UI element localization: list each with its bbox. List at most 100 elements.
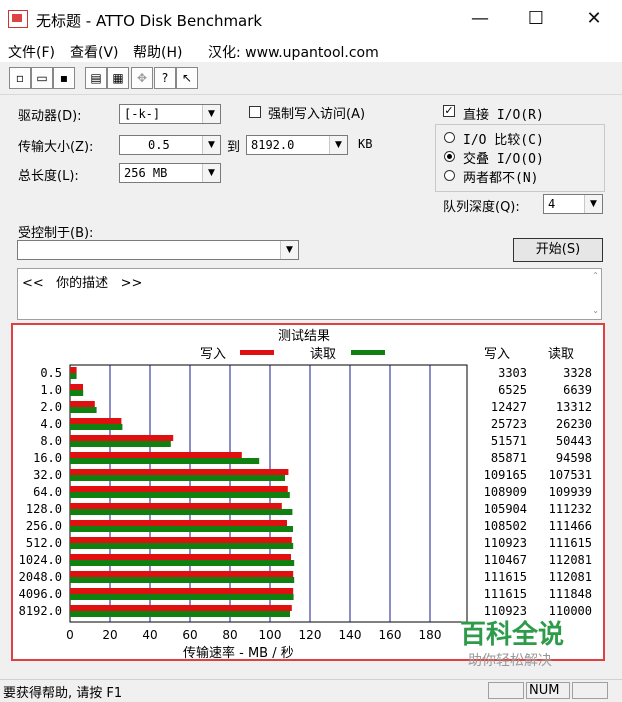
- overlapped-io-radio[interactable]: [444, 151, 455, 162]
- neither-radio[interactable]: [444, 170, 455, 181]
- category-label: 1024.0: [19, 553, 62, 567]
- write-value: 108502: [484, 519, 527, 533]
- transfer-to-select[interactable]: 8192.0 ▼: [246, 135, 348, 155]
- read-bar: [70, 526, 293, 532]
- menu-localized[interactable]: 汉化: www.upantool.com: [208, 42, 379, 62]
- save-icon[interactable]: ▪: [53, 67, 75, 89]
- io-compare-radio[interactable]: [444, 132, 455, 143]
- read-bar: [70, 373, 77, 379]
- read-value: 26230: [556, 417, 592, 431]
- status-help-text: 要获得帮助, 请按 F1: [3, 686, 123, 701]
- minimize-button[interactable]: —: [452, 0, 508, 38]
- write-bar: [70, 401, 95, 407]
- status-pane-3: [572, 682, 608, 699]
- write-value: 110467: [484, 553, 527, 567]
- print-icon[interactable]: ▤: [85, 67, 107, 89]
- app-icon: [8, 10, 28, 28]
- queue-depth-value: 4: [548, 197, 556, 211]
- chevron-down-icon: ▼: [584, 195, 602, 213]
- chevron-down-icon: ▼: [202, 136, 220, 154]
- category-label: 8.0: [40, 434, 62, 448]
- x-tick-label: 60: [182, 628, 197, 642]
- write-bar: [70, 469, 289, 475]
- read-bar: [70, 441, 171, 447]
- x-tick-label: 160: [379, 628, 402, 642]
- direct-io-checkbox[interactable]: ✓: [443, 105, 455, 117]
- start-button[interactable]: 开始(S): [513, 238, 603, 262]
- x-tick-label: 20: [102, 628, 117, 642]
- write-value: 108909: [484, 485, 527, 499]
- print-preview-icon[interactable]: ▦: [107, 67, 129, 89]
- force-write-checkbox[interactable]: [249, 106, 261, 118]
- write-bar: [70, 452, 242, 458]
- read-bar: [70, 594, 294, 600]
- write-value: 6525: [498, 383, 527, 397]
- new-icon[interactable]: ▫: [9, 67, 31, 89]
- category-label: 2048.0: [19, 570, 62, 584]
- window-title: 无标题 - ATTO Disk Benchmark: [36, 12, 263, 30]
- category-label: 16.0: [33, 451, 62, 465]
- read-bar: [70, 611, 290, 617]
- description-text: << 你的描述 >>: [22, 276, 143, 291]
- write-value: 109165: [484, 468, 527, 482]
- context-help-icon[interactable]: ↖: [176, 67, 198, 89]
- read-value: 111848: [549, 587, 592, 601]
- queue-depth-select[interactable]: 4 ▼: [543, 194, 603, 214]
- x-tick-label: 120: [299, 628, 322, 642]
- to-label: 到: [227, 140, 241, 155]
- write-bar: [70, 571, 294, 577]
- drive-value: [-k-]: [124, 107, 161, 121]
- close-button[interactable]: ✕: [566, 0, 622, 38]
- write-bar: [70, 605, 292, 611]
- write-bar: [70, 537, 292, 543]
- menu-file[interactable]: 文件(F): [8, 42, 55, 62]
- controlled-by-label: 受控制于(B):: [18, 226, 94, 241]
- transfer-from-select[interactable]: 0.5 ▼: [119, 135, 221, 155]
- total-length-value: 256 MB: [124, 166, 168, 180]
- help-icon[interactable]: ?: [154, 67, 176, 89]
- x-tick-label: 100: [259, 628, 282, 642]
- watermark-tagline: 助你轻松解决: [468, 653, 552, 669]
- controlled-by-select[interactable]: ▼: [17, 240, 299, 260]
- read-value: 3328: [563, 366, 592, 380]
- total-length-select[interactable]: 256 MB ▼: [119, 163, 221, 183]
- category-label: 0.5: [40, 366, 62, 380]
- read-bar: [70, 577, 295, 583]
- write-value: 51571: [491, 434, 527, 448]
- results-title: 测试结果: [276, 325, 333, 344]
- status-pane-1: [488, 682, 524, 699]
- write-bar: [70, 435, 174, 441]
- legend-write-swatch: [240, 350, 274, 355]
- overlapped-io-label: 交叠 I/O(O): [463, 152, 544, 167]
- write-value: 111615: [484, 587, 527, 601]
- x-tick-label: 40: [142, 628, 157, 642]
- category-label: 128.0: [26, 502, 62, 516]
- io-compare-label: I/O 比较(C): [463, 133, 544, 148]
- x-tick-label: 0: [66, 628, 74, 642]
- maximize-button[interactable]: ☐: [508, 0, 564, 38]
- read-value: 111615: [549, 536, 592, 550]
- menu-view[interactable]: 查看(V): [70, 42, 119, 62]
- move-icon[interactable]: ✥: [131, 67, 153, 89]
- read-bar: [70, 543, 294, 549]
- watermark-logo: 百科全说: [460, 620, 565, 650]
- chevron-down-icon: ▼: [202, 105, 220, 123]
- legend-read-swatch: [351, 350, 385, 355]
- scroll-down-icon[interactable]: ⌄: [592, 306, 599, 315]
- open-icon[interactable]: ▭: [31, 67, 53, 89]
- x-axis-label: 传输速率 - MB / 秒: [183, 646, 294, 661]
- read-value: 112081: [549, 553, 592, 567]
- write-value: 105904: [484, 502, 527, 516]
- description-input[interactable]: << 你的描述 >> ⌃ ⌄: [17, 268, 602, 320]
- chevron-down-icon: ▼: [202, 164, 220, 182]
- read-bar: [70, 407, 97, 413]
- write-value: 111615: [484, 570, 527, 584]
- unit-label: KB: [358, 137, 373, 151]
- read-bar: [70, 475, 285, 481]
- drive-select[interactable]: [-k-] ▼: [119, 104, 221, 124]
- menu-help[interactable]: 帮助(H): [133, 42, 182, 62]
- scroll-up-icon[interactable]: ⌃: [592, 271, 599, 280]
- read-value: 112081: [549, 570, 592, 584]
- read-value: 13312: [556, 400, 592, 414]
- category-label: 8192.0: [19, 604, 62, 618]
